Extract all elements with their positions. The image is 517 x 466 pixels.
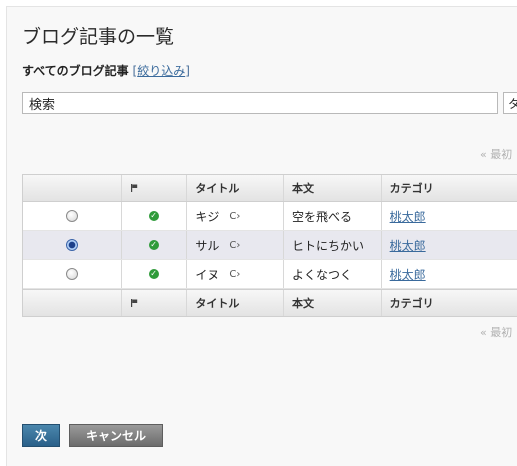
page-title: ブログ記事の一覧: [22, 26, 175, 48]
row-radio[interactable]: [65, 268, 78, 280]
col-category[interactable]: カテゴリ: [382, 290, 517, 316]
col-body[interactable]: 本文: [284, 175, 382, 201]
subhead-label: すべてのブログ記事: [22, 64, 129, 78]
row-body: よくなつく: [284, 260, 382, 288]
table-header: タイトル 本文 カテゴリ: [23, 175, 517, 202]
table-row[interactable]: ✓ キジ C› 空を飛べる 桃太郎: [23, 202, 517, 231]
cycle-arrow-icon: C›: [229, 239, 241, 251]
cycle-arrow-icon: C›: [229, 210, 241, 222]
row-category-link[interactable]: 桃太郎: [390, 237, 426, 254]
table-row[interactable]: ✓ サル C› ヒトにちかい 桃太郎: [23, 231, 517, 260]
col-category[interactable]: カテゴリ: [382, 175, 517, 201]
check-circle-icon: ✓: [148, 211, 159, 221]
search-input[interactable]: [22, 92, 498, 114]
cancel-button[interactable]: キャンセル: [69, 424, 163, 447]
col-body[interactable]: 本文: [284, 290, 382, 316]
cycle-arrow-icon: C›: [229, 268, 241, 280]
next-button[interactable]: 次: [22, 424, 60, 447]
pager-first-bottom[interactable]: « 最初: [480, 324, 512, 340]
posts-table: タイトル 本文 カテゴリ ✓ キジ C› 空を飛べる 桃太郎 ✓ サル C› ヒトに…: [22, 174, 517, 317]
search-type-button[interactable]: タ: [503, 92, 517, 114]
flag-icon: [130, 299, 137, 307]
table-footer: タイトル 本文 カテゴリ: [23, 289, 517, 316]
flag-icon: [130, 184, 137, 192]
col-title[interactable]: タイトル: [187, 175, 284, 201]
col-title[interactable]: タイトル: [187, 290, 284, 316]
check-circle-icon: ✓: [148, 269, 159, 279]
subhead: すべてのブログ記事 [絞り込み]: [22, 64, 190, 78]
row-title: キジ: [195, 209, 220, 224]
filter-link[interactable]: 絞り込み: [137, 64, 185, 78]
row-title: サル: [195, 238, 220, 253]
row-radio[interactable]: [65, 210, 78, 222]
row-body: ヒトにちかい: [284, 231, 382, 259]
table-row[interactable]: ✓ イヌ C› よくなつく 桃太郎: [23, 260, 517, 289]
row-category-link[interactable]: 桃太郎: [390, 266, 426, 283]
check-circle-icon: ✓: [148, 240, 159, 250]
row-title: イヌ: [195, 267, 220, 282]
row-radio[interactable]: [65, 239, 78, 251]
pager-first-top[interactable]: « 最初: [480, 146, 512, 162]
row-category-link[interactable]: 桃太郎: [390, 208, 426, 225]
row-body: 空を飛べる: [284, 202, 382, 230]
